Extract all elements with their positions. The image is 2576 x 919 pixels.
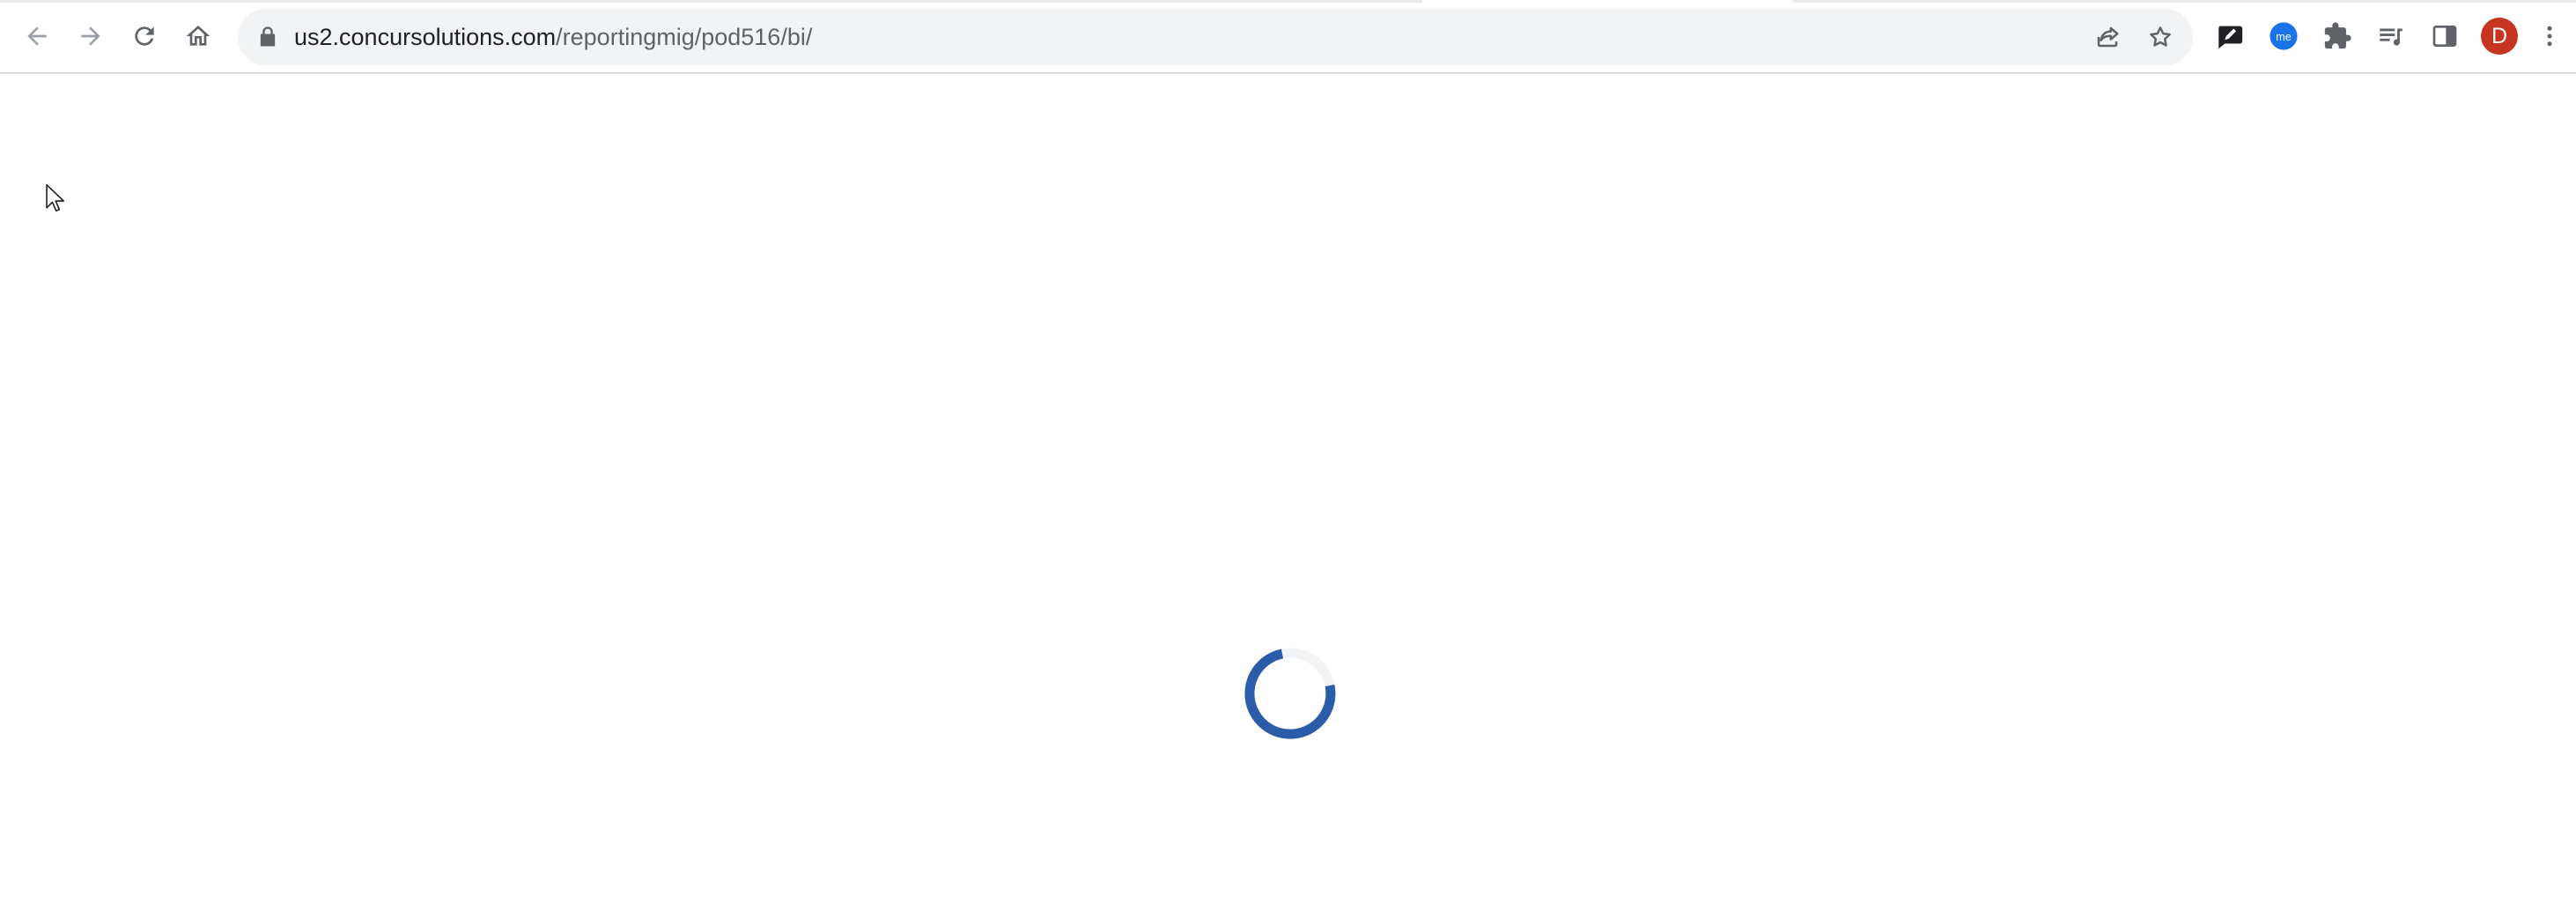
extensions-menu-button[interactable] xyxy=(2317,16,2358,56)
arrow-left-icon xyxy=(27,26,47,46)
star-icon xyxy=(2150,26,2171,47)
me-extension-label: me xyxy=(2276,30,2292,43)
url-path: /reportingmig/pod516/bi/ xyxy=(556,24,813,50)
me-extension-icon: me xyxy=(2270,22,2298,50)
reload-icon xyxy=(135,26,154,46)
more-vert-icon xyxy=(2547,26,2552,47)
bookmark-star-button[interactable] xyxy=(2144,21,2176,53)
profile-avatar[interactable]: D xyxy=(2481,18,2518,55)
back-button[interactable] xyxy=(14,13,60,59)
mouse-pointer-icon xyxy=(46,183,65,212)
reading-list-button[interactable] xyxy=(2371,16,2411,56)
address-bar[interactable]: us2.concursolutions.com/reportingmig/pod… xyxy=(238,9,2193,65)
share-icon xyxy=(2097,26,2119,48)
loading-strip-segment xyxy=(1792,0,2576,3)
side-panel-button[interactable] xyxy=(2425,16,2465,56)
media-queue-icon xyxy=(2380,28,2403,46)
home-button[interactable] xyxy=(175,13,221,59)
home-icon xyxy=(186,26,210,46)
puzzle-piece-icon xyxy=(2324,22,2351,49)
browser-toolbar: us2.concursolutions.com/reportingmig/pod… xyxy=(0,0,2576,74)
reload-button[interactable] xyxy=(122,13,167,59)
extension-edit-button[interactable] xyxy=(2210,16,2250,56)
tab-loading-strip xyxy=(0,0,2576,3)
pencil-chat-icon xyxy=(2218,26,2243,49)
share-button[interactable] xyxy=(2092,21,2123,53)
lock-icon[interactable] xyxy=(255,25,280,49)
arrow-right-icon xyxy=(81,26,100,46)
loading-strip-segment xyxy=(0,0,1422,3)
forward-button[interactable] xyxy=(68,13,114,59)
url-host: us2.concursolutions.com xyxy=(294,24,557,50)
side-panel-icon xyxy=(2432,26,2457,47)
page-content xyxy=(0,74,2576,919)
browser-menu-button[interactable] xyxy=(2536,16,2563,56)
url-text[interactable]: us2.concursolutions.com/reportingmig/pod… xyxy=(294,22,812,52)
extension-me-button[interactable]: me xyxy=(2263,16,2304,56)
loading-spinner-icon xyxy=(1244,648,1336,739)
